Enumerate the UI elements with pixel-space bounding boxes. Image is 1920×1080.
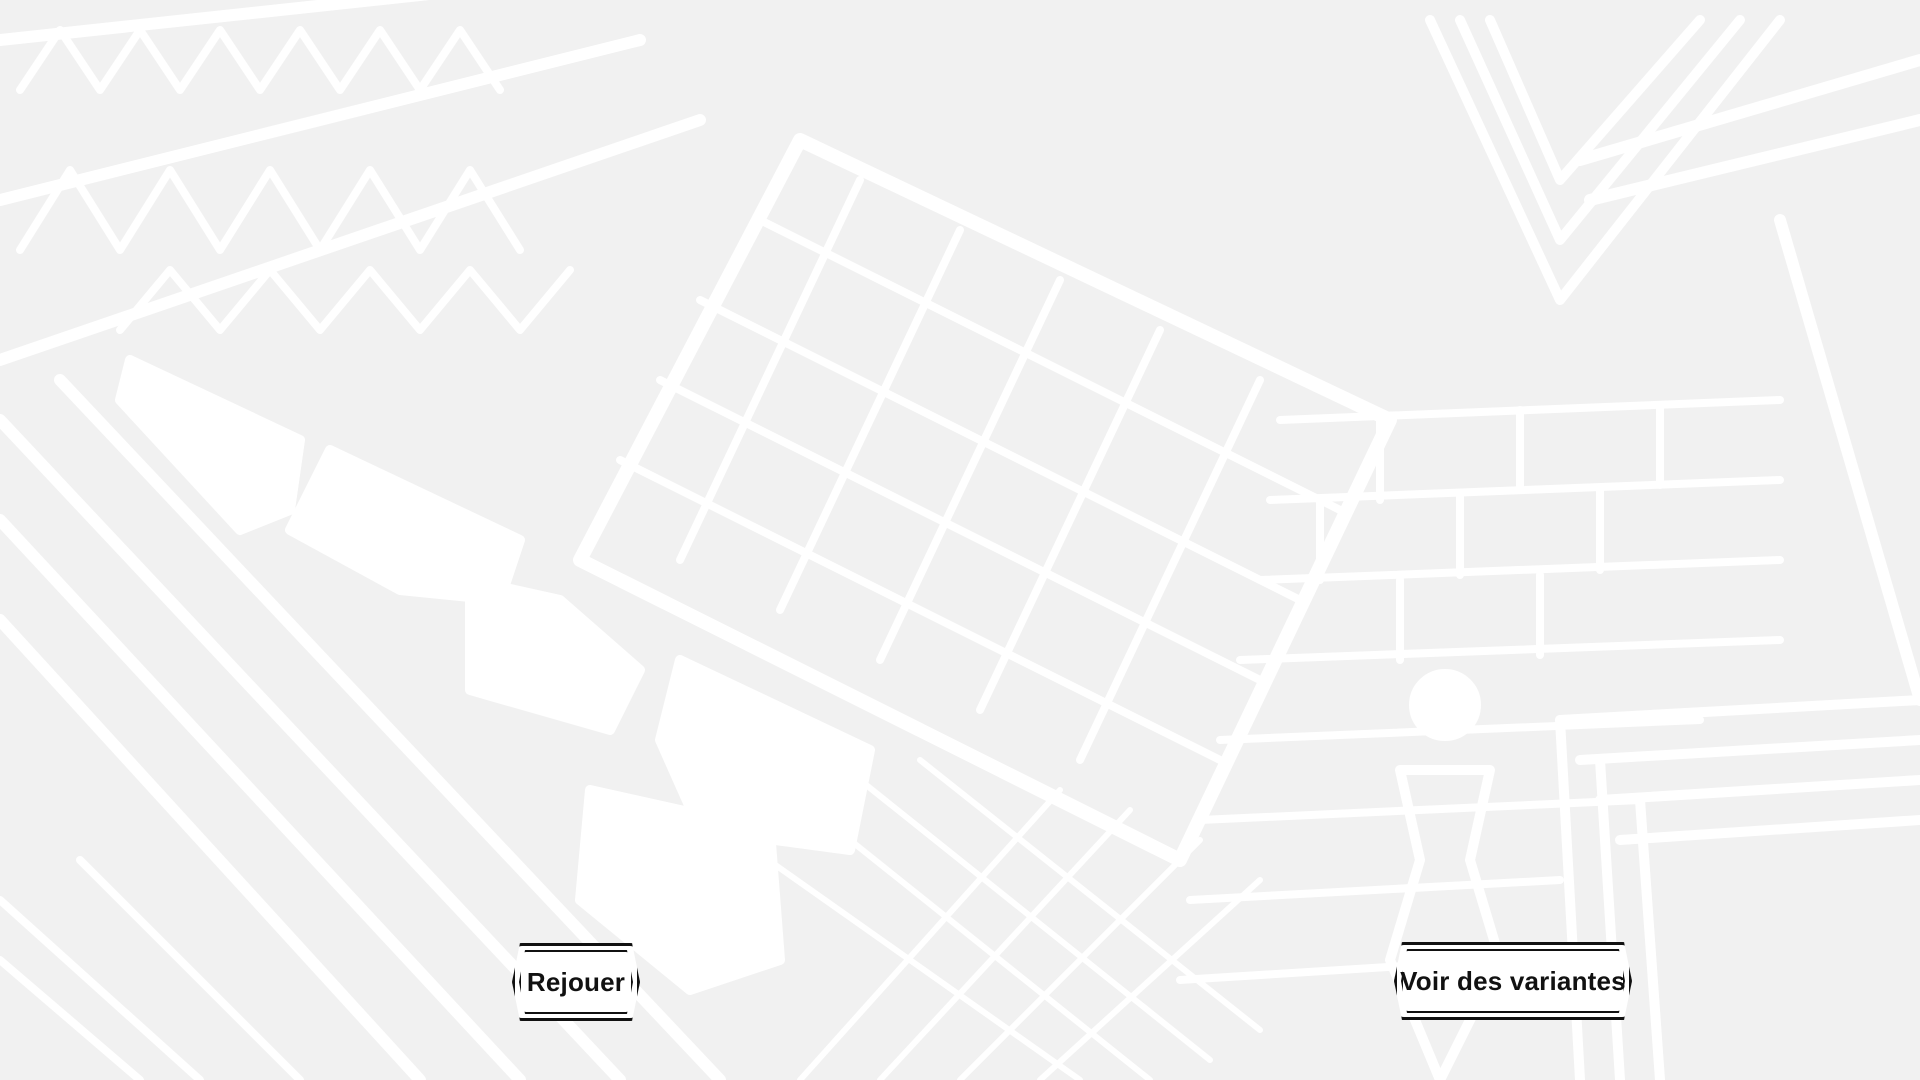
end-screen: Rejouer Voir des variantes: [0, 0, 1920, 1080]
decorative-pattern-background: [0, 0, 1920, 1080]
view-variants-button-label: Voir des variantes: [1400, 965, 1626, 996]
replay-button-label: Rejouer: [526, 966, 626, 997]
view-variants-button[interactable]: Voir des variantes: [1394, 942, 1632, 1020]
replay-button[interactable]: Rejouer: [512, 943, 640, 1021]
